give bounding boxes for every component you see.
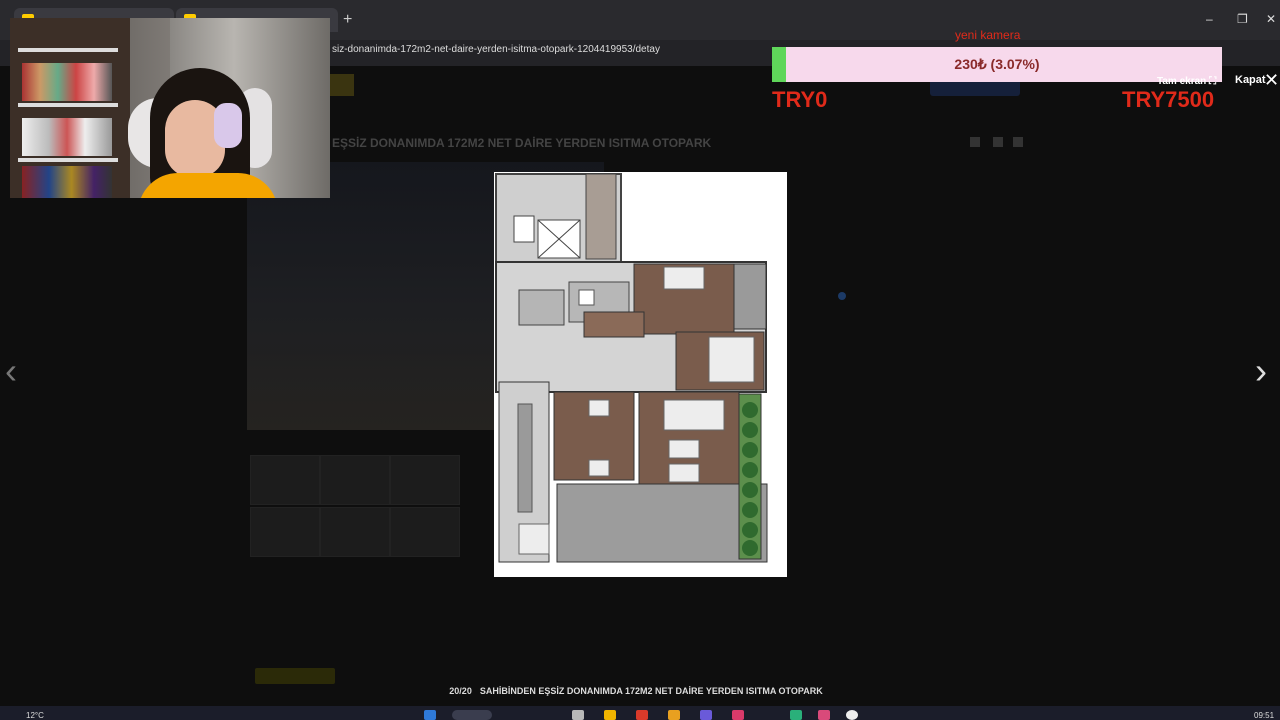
taskbar-app-icon[interactable] [700,710,712,720]
shelf-board [18,158,118,162]
start-icon[interactable] [424,710,436,720]
restore-icon[interactable]: ❐ [1237,12,1248,26]
listing-thumbnail [320,455,390,505]
folder-icon[interactable] [604,710,616,720]
listing-title: EŞSİZ DONANIMDA 172M2 NET DAİRE YERDEN I… [332,136,712,150]
taskbar-app-icon[interactable] [732,710,744,720]
shelf-items [22,166,112,198]
shelf-board [18,48,118,52]
listing-thumbnail [250,507,320,557]
close-viewer-button[interactable]: Kapat [1235,74,1266,86]
listing-thumbnail [390,507,460,557]
search-icon[interactable] [452,710,492,720]
minimize-icon[interactable]: – [1206,12,1213,26]
floorplan-image [494,172,787,577]
taskbar-app-icon[interactable] [818,710,830,720]
image-counter: 20/20 [449,686,472,696]
donation-current-text: 230₺ (3.07%) [954,56,1040,72]
clock[interactable]: 09:51 [1254,711,1274,720]
listing-thumbnail [320,507,390,557]
share-icon [970,137,980,147]
taskbar-app-icon[interactable] [636,710,648,720]
close-icon[interactable]: ✕ [1264,70,1279,91]
browser-icon[interactable] [668,710,680,720]
webcam-overlay [10,18,330,198]
fullscreen-label: Tam ekran [1157,76,1207,87]
taskbar-app-icon[interactable] [790,710,802,720]
fullscreen-button[interactable]: Tam ekran ⛶ [1157,76,1216,87]
chevron-right-icon[interactable]: › [1255,350,1267,392]
listing-thumbnail [250,455,320,505]
donation-min-label: TRY0 [772,87,828,112]
headphones-icon [214,103,242,148]
weather-widget[interactable]: 12°C [26,711,44,720]
share-icon [1013,137,1023,147]
tab-highlight [255,668,335,684]
image-caption-text: SAHİBİNDEN EŞSİZ DONANIMDA 172M2 NET DAİ… [479,686,823,696]
image-caption: 20/20 SAHİBİNDEN EŞSİZ DONANIMDA 172M2 NE… [0,686,1280,702]
fullscreen-icon: ⛶ [1209,76,1217,87]
listing-thumbnail [390,455,460,505]
floorplan-drawing [494,172,787,577]
camera-label: yeni kamera [955,28,1021,42]
site-logo [330,74,354,96]
taskbar-app-icon[interactable] [846,710,858,720]
chevron-left-icon[interactable]: ‹ [5,350,17,392]
info-icon [838,292,846,300]
shelf-items [22,118,112,156]
taskbar-app-icon[interactable] [572,710,584,720]
window-close-icon[interactable]: ✕ [1266,12,1276,26]
new-tab-button[interactable]: + [343,11,352,29]
share-icon [993,137,1003,147]
shelf-items [22,63,112,101]
url-text[interactable]: siz-donanimda-172m2-net-daire-yerden-isi… [332,44,660,55]
donation-max-label: TRY7500 [1122,87,1215,112]
shelf-board [18,103,118,107]
